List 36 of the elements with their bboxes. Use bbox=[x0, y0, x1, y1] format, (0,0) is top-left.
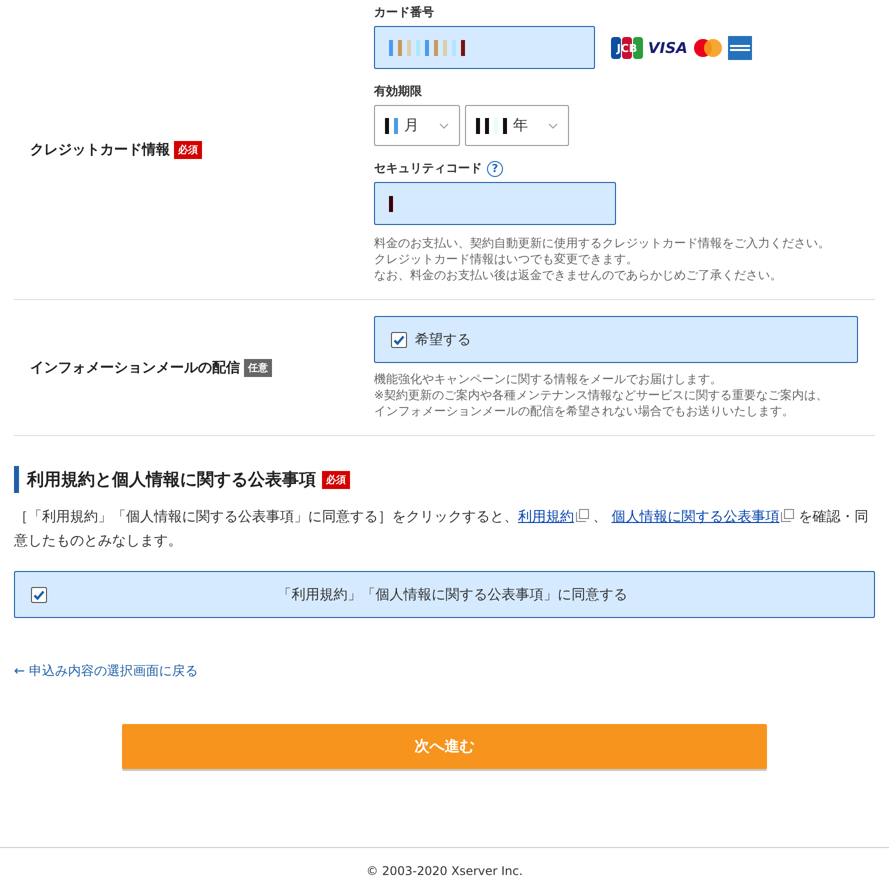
chevron-down-icon bbox=[548, 122, 558, 128]
section-label: クレジットカード情報 bbox=[30, 140, 170, 158]
note-text: 料金のお支払い、契約自動更新に使用するクレジットカード情報をご入力ください。 bbox=[374, 235, 831, 251]
help-icon[interactable]: ? bbox=[487, 160, 503, 176]
checkbox[interactable] bbox=[391, 332, 407, 348]
card-number-field[interactable] bbox=[374, 26, 595, 69]
year-select[interactable]: 年 bbox=[465, 105, 569, 146]
visa-logo: VISA bbox=[648, 38, 688, 56]
back-link[interactable]: ← 申込み内容の選択画面に戻る bbox=[14, 662, 198, 680]
note-text: インフォメーションメールの配信を希望されない場合でもお送りいたします。 bbox=[374, 403, 795, 419]
privacy-link[interactable]: 個人情報に関する公表事項 bbox=[611, 509, 780, 525]
month-select[interactable]: 月 bbox=[374, 105, 460, 146]
checkbox[interactable] bbox=[31, 586, 47, 602]
section-heading: 利用規約と個人情報に関する公表事項 bbox=[27, 469, 316, 491]
optional-badge: 任意 bbox=[244, 358, 272, 376]
mastercard-logo-icon bbox=[692, 38, 723, 58]
note-text: クレジットカード情報はいつでも変更できます。 bbox=[374, 251, 639, 267]
chevron-down-icon bbox=[439, 122, 449, 128]
newsletter-option[interactable]: 希望する bbox=[374, 316, 858, 363]
terms-text: ［「利用規約」「個人情報に関する公表事項」に同意する］をクリックすると、利用規約 、 個人情報に関する公表事項 を確認・同意したものとみなします。 bbox=[14, 508, 870, 551]
external-link-icon bbox=[576, 509, 589, 522]
field-label: カード番号 bbox=[374, 4, 434, 21]
required-badge: 必須 bbox=[322, 470, 350, 488]
note-text: なお、料金のお支払い後は返金できませんのであらかじめご了承ください。 bbox=[374, 267, 783, 283]
field-label: 有効期限 bbox=[374, 83, 422, 100]
agree-option[interactable]: 「利用規約」「個人情報に関する公表事項」に同意する bbox=[14, 571, 875, 618]
section-label: インフォメーションメールの配信 bbox=[30, 358, 240, 376]
required-badge: 必須 bbox=[174, 140, 202, 158]
security-code-field[interactable] bbox=[374, 182, 616, 225]
copyright-text: © 2003-2020 Xserver Inc. bbox=[366, 864, 523, 876]
note-text: 機能強化やキャンペーンに関する情報をメールでお届けします。 bbox=[374, 371, 723, 387]
external-link-icon bbox=[781, 509, 794, 522]
note-text: ※契約更新のご案内や各種メンテナンス情報などサービスに関する重要なご案内は、 bbox=[374, 387, 830, 403]
field-label: セキュリティコード bbox=[374, 160, 482, 177]
amex-logo-icon bbox=[728, 36, 752, 60]
terms-link[interactable]: 利用規約 bbox=[518, 509, 574, 525]
